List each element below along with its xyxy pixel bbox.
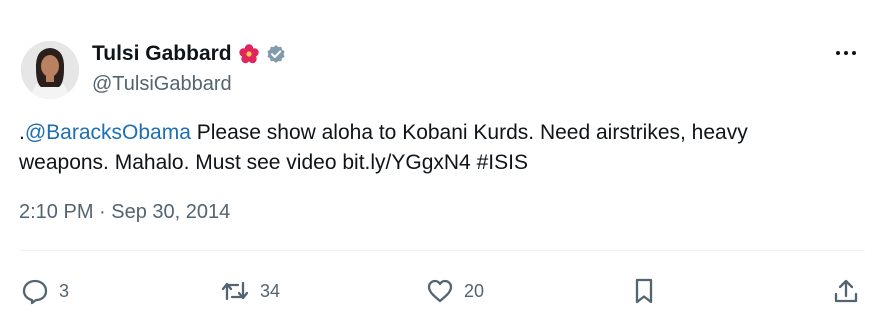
hashtag-link[interactable]: #ISIS [477,151,528,174]
repost-button[interactable]: 34 [220,277,280,305]
like-button[interactable]: 20 [426,277,484,305]
mention-link[interactable]: @BaracksObama [25,121,191,144]
timestamp[interactable]: 2:10 PM · Sep 30, 2014 [19,201,230,224]
bookmark-button[interactable] [630,277,658,305]
author-name[interactable]: Tulsi Gabbard [92,42,232,66]
reply-count: 3 [59,280,70,301]
verified-badge-icon [266,44,286,64]
avatar[interactable] [21,41,79,99]
url-link[interactable]: bit.ly/YGgxN4 [342,151,470,174]
bookmark-icon [630,277,658,305]
like-count: 20 [464,280,485,301]
hibiscus-icon [238,43,260,65]
share-button[interactable] [832,277,860,305]
tweet-text: .@BaracksObama Please show aloha to Koba… [19,118,839,178]
share-icon [832,277,860,305]
more-options-icon[interactable] [831,48,861,58]
more-dot [836,51,840,55]
reply-icon [21,277,49,305]
repost-count: 34 [260,280,281,301]
more-dot [852,51,856,55]
repost-icon [220,277,250,305]
more-dot [844,51,848,55]
author-handle[interactable]: @TulsiGabbard [92,73,232,96]
heart-icon [426,277,454,305]
divider [19,250,865,251]
author-row: Tulsi Gabbard [92,42,286,66]
reply-button[interactable]: 3 [21,277,69,305]
